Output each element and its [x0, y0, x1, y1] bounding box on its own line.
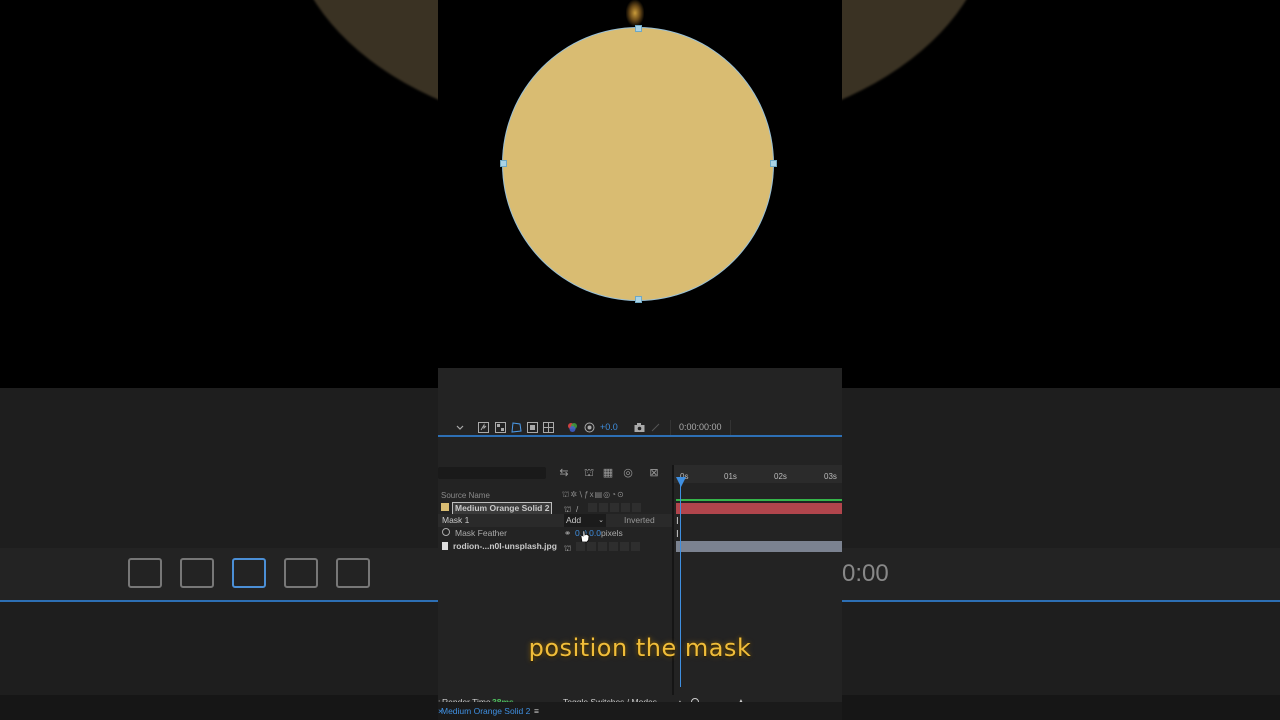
- mask-keyframe-marker: I: [676, 516, 679, 527]
- bg-time-fragment: 0:00: [842, 560, 889, 587]
- exposure-reset-icon[interactable]: [584, 422, 595, 433]
- ruler-tick-1: 01s: [724, 472, 737, 481]
- mask-vertex-right[interactable]: [770, 160, 777, 167]
- bg-mask-visibility-icon: [232, 558, 266, 588]
- transparency-grid-icon[interactable]: [495, 422, 506, 433]
- current-timecode[interactable]: 0:00:00:00: [670, 420, 731, 435]
- mask-feather-row[interactable]: Mask Feather ⚭ 0.0,0.0 pixels: [438, 527, 674, 543]
- layer-search-input[interactable]: [438, 467, 546, 479]
- composition-tab-bar: × Medium Orange Solid 2 ≡: [438, 702, 842, 720]
- tab-menu-icon[interactable]: ≡: [534, 702, 539, 720]
- layer-color-label[interactable]: [441, 503, 449, 511]
- quality-icon: /: [576, 505, 579, 514]
- constrain-proportions-icon[interactable]: ⚭: [564, 527, 571, 540]
- mask-name[interactable]: Mask 1: [442, 514, 469, 527]
- mask-shape[interactable]: [503, 28, 773, 300]
- chevron-down-icon[interactable]: [456, 422, 464, 433]
- image-file-icon: [442, 542, 448, 550]
- composition-viewer[interactable]: [438, 0, 842, 368]
- mask-inverted-label[interactable]: Inverted: [624, 514, 655, 527]
- bg-region-icon: [284, 558, 318, 588]
- mask-vertex-left[interactable]: [500, 160, 507, 167]
- feather-keyframe-marker: I: [676, 529, 679, 540]
- shy-icon: ⛫: [564, 544, 572, 553]
- layer-name[interactable]: rodion-...n0I-unsplash.jpg: [453, 540, 557, 553]
- playhead-handle[interactable]: [676, 477, 686, 487]
- lightbulb-filament: [626, 0, 644, 26]
- bg-fast-preview-icon: [128, 558, 162, 588]
- fast-preview-icon[interactable]: [478, 422, 489, 433]
- mask-row[interactable]: Mask 1 Add ⌄ Inverted: [438, 514, 674, 527]
- mask-vertex-bottom[interactable]: [635, 296, 642, 303]
- composition-toolbar: +0.0 0:00:00:00: [438, 420, 842, 435]
- switches-header-icons: ⛫✲∖ƒx▤◎◔⊙: [562, 490, 625, 499]
- layer-switches[interactable]: ⛫ /: [564, 503, 676, 514]
- exposure-value[interactable]: +0.0: [600, 422, 618, 432]
- motion-blur-icon[interactable]: ◎: [622, 467, 634, 479]
- frame-blending-icon[interactable]: ▦: [602, 467, 614, 479]
- layer-bar-solid[interactable]: [676, 503, 842, 514]
- mask-vertex-top[interactable]: [635, 25, 642, 32]
- shy-layers-icon[interactable]: ⛫: [583, 467, 595, 479]
- graph-editor-icon[interactable]: ⊠: [648, 467, 660, 479]
- video-caption: position the mask: [528, 634, 752, 662]
- color-channels-icon[interactable]: [567, 422, 578, 433]
- region-of-interest-icon[interactable]: [527, 422, 538, 433]
- bg-guides-icon: [336, 558, 370, 588]
- mask-feather-unit: pixels: [601, 528, 623, 538]
- shy-icon: ⛫: [564, 505, 572, 514]
- comp-flowchart-icon[interactable]: ⇆: [558, 467, 570, 479]
- layer-bar-image[interactable]: [676, 541, 842, 552]
- source-name-header: Source Name: [441, 491, 490, 500]
- show-snapshot-icon[interactable]: [650, 422, 661, 433]
- chevron-down-icon: ⌄: [598, 517, 604, 524]
- layer-row-solid[interactable]: Medium Orange Solid 2 ⛫ /: [438, 501, 676, 515]
- work-area-bar[interactable]: [676, 499, 842, 501]
- mask-mode-dropdown[interactable]: Add ⌄: [564, 514, 606, 527]
- app-window: +0.0 0:00:00:00 ⇆ ⛫ ▦ ◎ ⊠ Source Name ⛫✲…: [438, 0, 842, 720]
- ruler-tick-3: 03s: [824, 472, 837, 481]
- layer-switches[interactable]: ⛫: [564, 542, 676, 553]
- guides-grid-icon[interactable]: [543, 422, 554, 433]
- stopwatch-icon[interactable]: [442, 528, 450, 536]
- layer-row-image[interactable]: rodion-...n0I-unsplash.jpg ⛫: [438, 540, 674, 553]
- time-ruler[interactable]: 0s 01s 02s 03s: [674, 465, 842, 483]
- layer-column-header: Source Name ⛫✲∖ƒx▤◎◔⊙: [438, 489, 674, 501]
- snapshot-camera-icon[interactable]: [634, 422, 645, 433]
- panel-gap: [438, 368, 842, 420]
- mask-mode-value: Add: [566, 515, 582, 525]
- ruler-tick-2: 02s: [774, 472, 787, 481]
- composition-tab[interactable]: Medium Orange Solid 2: [441, 702, 530, 720]
- mask-feather-label: Mask Feather: [455, 528, 507, 538]
- mask-visibility-icon[interactable]: [511, 422, 522, 433]
- bg-transparency-grid-icon: [180, 558, 214, 588]
